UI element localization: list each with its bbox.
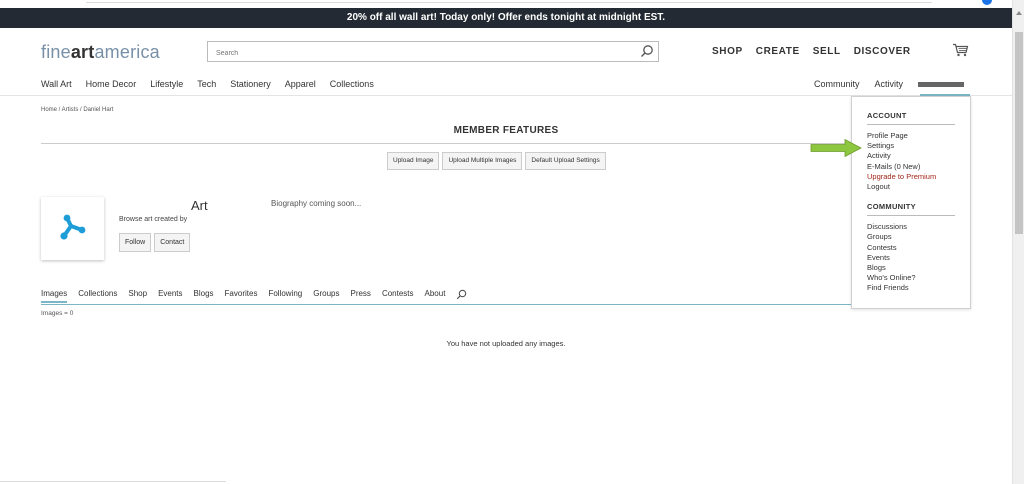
- menu-spacer: [867, 192, 955, 202]
- promo-banner[interactable]: 20% off all wall art! Today only! Offer …: [0, 8, 1012, 28]
- menu-profile-page[interactable]: Profile Page: [867, 131, 955, 141]
- nav-home-decor[interactable]: Home Decor: [86, 79, 137, 89]
- tab-shop[interactable]: Shop: [128, 289, 147, 303]
- upload-multiple-images-button[interactable]: Upload Multiple Images: [442, 152, 523, 170]
- menu-blogs[interactable]: Blogs: [867, 263, 955, 273]
- nav-shop[interactable]: SHOP: [712, 46, 743, 57]
- scroll-up-icon[interactable]: [1016, 11, 1022, 15]
- avatar-logo-icon: [60, 214, 86, 240]
- nav-activity[interactable]: Activity: [875, 79, 904, 89]
- nav-sell[interactable]: SELL: [813, 46, 841, 57]
- account-dropdown-menu: ACCOUNT Profile Page Settings Activity E…: [851, 96, 971, 309]
- green-arrow-annotation-icon: [809, 138, 863, 163]
- empty-state-message: You have not uploaded any images.: [446, 339, 566, 348]
- nav-community[interactable]: Community: [814, 79, 860, 89]
- menu-logout[interactable]: Logout: [867, 182, 955, 192]
- browser-top-edge: [86, 0, 932, 3]
- tab-groups[interactable]: Groups: [313, 289, 339, 303]
- tab-blogs[interactable]: Blogs: [194, 289, 214, 303]
- menu-whos-online[interactable]: Who's Online?: [867, 273, 955, 283]
- menu-events[interactable]: Events: [867, 253, 955, 263]
- biography-text: Biography coming soon...: [271, 199, 362, 208]
- tab-collections[interactable]: Collections: [78, 289, 117, 303]
- menu-settings[interactable]: Settings: [867, 141, 955, 151]
- default-upload-settings-button[interactable]: Default Upload Settings: [525, 152, 606, 170]
- scrollbar-thumb[interactable]: [1015, 32, 1023, 234]
- nav-discover[interactable]: DISCOVER: [854, 46, 911, 57]
- profile-actions: Follow Contact: [119, 233, 191, 252]
- community-heading: COMMUNITY: [867, 202, 955, 217]
- tab-following[interactable]: Following: [268, 289, 302, 303]
- tab-images[interactable]: Images: [41, 289, 68, 303]
- account-heading: ACCOUNT: [867, 111, 955, 125]
- tab-favorites[interactable]: Favorites: [225, 289, 258, 303]
- menu-discussions[interactable]: Discussions: [867, 222, 955, 232]
- tab-about[interactable]: About: [425, 289, 446, 303]
- browse-art-text: Browse art created by: [119, 216, 188, 223]
- menu-contests[interactable]: Contests: [867, 243, 955, 253]
- profile-tabs: Images Collections Shop Events Blogs Fav…: [41, 289, 478, 303]
- upload-image-button[interactable]: Upload Image: [387, 152, 440, 170]
- browser-extension-icon[interactable]: [982, 0, 992, 5]
- nav-lifestyle[interactable]: Lifestyle: [150, 79, 183, 89]
- nav-apparel[interactable]: Apparel: [285, 79, 316, 89]
- menu-groups[interactable]: Groups: [867, 232, 955, 242]
- tab-contests[interactable]: Contests: [382, 289, 414, 303]
- menu-find-friends[interactable]: Find Friends: [867, 283, 955, 293]
- account-menu-trigger-redacted[interactable]: [918, 82, 965, 87]
- site-logo[interactable]: fineartamerica: [41, 42, 160, 63]
- logo-part-america: america: [94, 42, 160, 62]
- page-scrollbar[interactable]: [1012, 0, 1024, 484]
- tab-search-icon[interactable]: [456, 289, 467, 303]
- bottom-edge-line: [0, 481, 226, 482]
- nav-tech[interactable]: Tech: [197, 79, 216, 89]
- logo-part-fine: fine: [41, 42, 71, 62]
- category-nav: Wall Art Home Decor Lifestyle Tech Stati…: [41, 79, 388, 89]
- user-nav: Community Activity: [814, 79, 979, 89]
- nav-collections[interactable]: Collections: [330, 79, 374, 89]
- contact-button[interactable]: Contact: [154, 233, 191, 252]
- nav-create[interactable]: CREATE: [756, 46, 800, 57]
- avatar[interactable]: [41, 197, 104, 260]
- search-icon[interactable]: [640, 44, 654, 63]
- nav-stationery[interactable]: Stationery: [230, 79, 271, 89]
- menu-upgrade-premium[interactable]: Upgrade to Premium: [867, 172, 955, 182]
- follow-button[interactable]: Follow: [119, 233, 152, 252]
- tab-events[interactable]: Events: [158, 289, 182, 303]
- menu-activity[interactable]: Activity: [867, 151, 955, 161]
- search-input[interactable]: [208, 44, 628, 63]
- member-feature-buttons: Upload Image Upload Multiple Images Defa…: [387, 152, 606, 170]
- tabs-divider: [41, 304, 851, 305]
- images-count: Images = 0: [41, 310, 74, 317]
- search-box[interactable]: [207, 41, 659, 63]
- tab-press[interactable]: Press: [350, 289, 370, 303]
- logo-part-art: art: [70, 42, 95, 62]
- member-features-title: MEMBER FEATURES: [453, 125, 559, 136]
- main-nav: SHOP CREATE SELL DISCOVER: [712, 46, 911, 57]
- nav-wall-art[interactable]: Wall Art: [41, 79, 72, 89]
- menu-emails[interactable]: E-Mails (0 New): [867, 162, 955, 172]
- breadcrumb[interactable]: Home / Artists / Daniel Hart: [41, 107, 113, 113]
- profile-name: Art: [191, 198, 208, 213]
- cart-icon[interactable]: [952, 43, 969, 62]
